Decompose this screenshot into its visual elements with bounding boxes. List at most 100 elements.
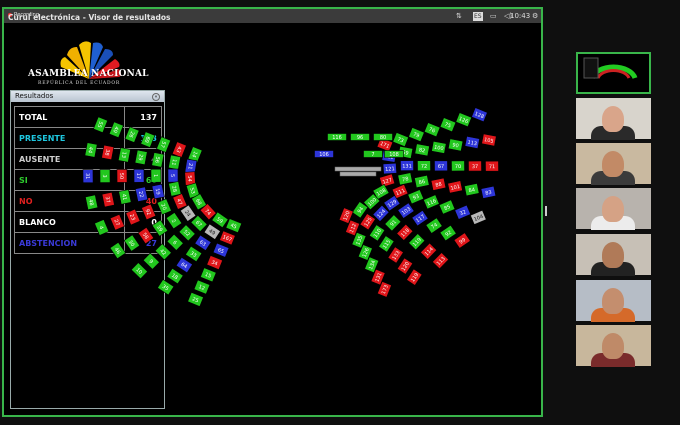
- seat[interactable]: 96: [350, 133, 370, 142]
- seat[interactable]: 7: [363, 150, 383, 159]
- seat[interactable]: 35: [157, 279, 175, 296]
- seat[interactable]: 108: [384, 150, 404, 159]
- seat[interactable]: 50: [116, 169, 128, 183]
- seat[interactable]: 22: [134, 186, 149, 202]
- seat[interactable]: 47: [172, 193, 188, 210]
- seat[interactable]: 133: [387, 246, 404, 264]
- seat[interactable]: 10: [130, 262, 149, 280]
- seat[interactable]: 85: [438, 199, 456, 215]
- seat[interactable]: 5: [167, 168, 179, 183]
- seat[interactable]: 118: [396, 223, 414, 241]
- seat[interactable]: 88: [430, 177, 447, 191]
- seat[interactable]: 128: [471, 107, 488, 123]
- seat[interactable]: 82: [414, 143, 430, 157]
- seat[interactable]: 125: [359, 213, 376, 231]
- participant-video-5[interactable]: [576, 280, 651, 322]
- seat[interactable]: 116: [423, 194, 440, 210]
- seat[interactable]: 110: [368, 224, 386, 242]
- seat[interactable]: 23: [125, 208, 141, 226]
- seat[interactable]: 1: [150, 168, 162, 183]
- seat[interactable]: 31: [82, 169, 94, 184]
- seat[interactable]: 120: [396, 257, 414, 275]
- seat[interactable]: 113: [432, 252, 450, 270]
- seat[interactable]: 38: [101, 144, 115, 161]
- seat[interactable]: 63: [194, 234, 212, 252]
- seat[interactable]: 43: [171, 141, 187, 158]
- seat[interactable]: 48: [85, 194, 99, 211]
- seat[interactable]: 105: [481, 133, 497, 147]
- seat[interactable]: 33: [185, 245, 203, 263]
- seat[interactable]: 115: [378, 235, 395, 253]
- seat[interactable]: 55: [93, 116, 108, 134]
- seat[interactable]: 117: [411, 209, 429, 227]
- seat[interactable]: 6: [166, 233, 184, 251]
- seat[interactable]: 65: [212, 242, 230, 258]
- seat[interactable]: 119: [406, 268, 423, 286]
- seat[interactable]: 100: [431, 140, 447, 154]
- seat[interactable]: 75: [439, 117, 457, 133]
- seat[interactable]: 60: [140, 131, 156, 148]
- seat[interactable]: 127: [379, 173, 396, 188]
- seat[interactable]: 37: [101, 191, 115, 208]
- seat[interactable]: 30: [123, 234, 141, 252]
- shared-screen-thumbnail[interactable]: [576, 52, 651, 94]
- seat[interactable]: 57: [156, 136, 172, 153]
- seat[interactable]: 21: [184, 158, 198, 174]
- seat[interactable]: 119: [408, 233, 426, 251]
- seat[interactable]: 41: [118, 189, 132, 205]
- seat[interactable]: 19: [151, 183, 165, 200]
- seat[interactable]: 84: [464, 183, 480, 197]
- seat[interactable]: 37: [468, 160, 482, 172]
- seat[interactable]: 131: [400, 160, 414, 171]
- participant-video-6[interactable]: [576, 325, 651, 367]
- seat[interactable]: 76: [423, 122, 441, 138]
- seat[interactable]: 29: [134, 149, 148, 166]
- seat[interactable]: 79: [408, 127, 425, 143]
- seat[interactable]: 32: [454, 204, 472, 220]
- seat[interactable]: 52: [178, 224, 196, 242]
- seat[interactable]: 67: [434, 160, 448, 172]
- seat[interactable]: 74: [425, 217, 443, 234]
- seat[interactable]: 45: [225, 218, 243, 234]
- seat[interactable]: 72: [417, 160, 431, 172]
- seat[interactable]: 40: [108, 121, 124, 139]
- seat[interactable]: 103: [397, 202, 415, 219]
- seat[interactable]: 92: [439, 224, 457, 242]
- seat[interactable]: 71: [485, 160, 499, 172]
- seat[interactable]: 12: [193, 279, 211, 295]
- seat[interactable]: 114: [420, 242, 438, 260]
- seat[interactable]: 101: [447, 180, 463, 194]
- participant-video-3[interactable]: [576, 188, 651, 230]
- seat[interactable]: 106: [314, 150, 334, 159]
- seat[interactable]: 46: [109, 241, 127, 260]
- seat[interactable]: 56: [151, 152, 165, 168]
- participant-video-4[interactable]: [576, 234, 651, 276]
- seat[interactable]: 126: [455, 112, 473, 128]
- seat[interactable]: 80: [373, 133, 393, 142]
- seat[interactable]: 4: [94, 219, 110, 236]
- seat[interactable]: 18: [166, 267, 184, 285]
- seat[interactable]: 99: [453, 232, 471, 249]
- seat[interactable]: 49: [203, 223, 221, 240]
- seat[interactable]: 93: [407, 189, 425, 205]
- seat[interactable]: 15: [200, 267, 217, 283]
- seat[interactable]: 39: [151, 219, 169, 237]
- seat[interactable]: 167: [219, 230, 236, 246]
- seat[interactable]: 86: [414, 174, 430, 189]
- seat[interactable]: 70: [451, 160, 465, 172]
- seat[interactable]: 2: [165, 212, 183, 230]
- seat[interactable]: 64: [175, 256, 193, 274]
- seat[interactable]: 104: [469, 209, 487, 225]
- seat[interactable]: 113: [464, 135, 480, 149]
- seat[interactable]: 91: [384, 214, 402, 232]
- seat[interactable]: 73: [392, 132, 409, 148]
- seat[interactable]: 11: [168, 154, 182, 171]
- seat[interactable]: 78: [397, 172, 413, 186]
- seat[interactable]: 34: [206, 255, 223, 270]
- seat[interactable]: 44: [84, 142, 98, 158]
- seat[interactable]: 20: [156, 198, 172, 216]
- seat[interactable]: 121: [382, 162, 397, 175]
- seat[interactable]: 116: [327, 133, 347, 142]
- seat[interactable]: 3: [99, 169, 111, 183]
- seat[interactable]: 9: [142, 252, 160, 270]
